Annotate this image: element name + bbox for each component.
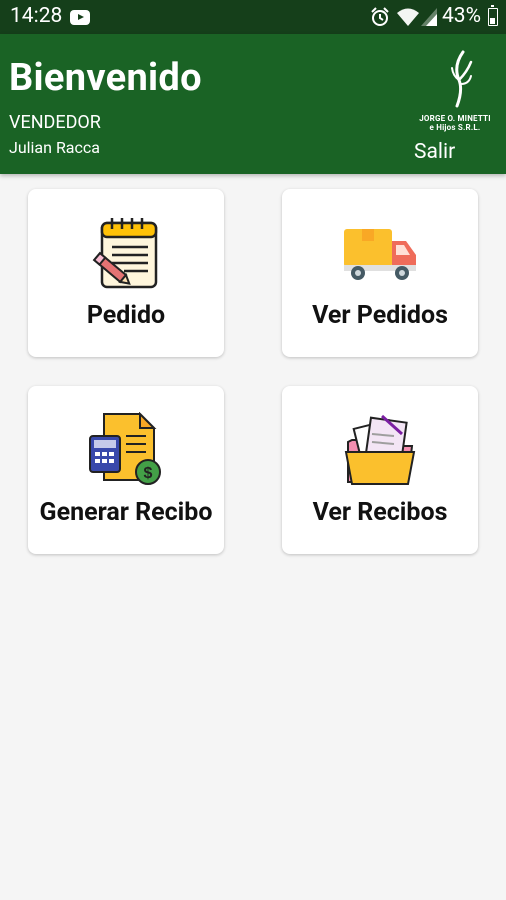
- alarm-icon: [371, 7, 389, 26]
- menu-tile-generar-recibo[interactable]: $ Generar Recibo: [28, 386, 224, 554]
- company-logo-text: JORGE O. MINETTI e Hijos S.R.L.: [405, 114, 505, 132]
- user-name: Julian Racca: [9, 138, 100, 157]
- logo-text-line1: JORGE O. MINETTI: [419, 114, 491, 123]
- app-header: Bienvenido VENDEDOR Julian Racca JORGE O…: [0, 34, 506, 174]
- menu-tile-ver-pedidos[interactable]: Ver Pedidos: [282, 189, 478, 357]
- tile-label: Generar Recibo: [39, 498, 213, 527]
- delivery-truck-icon: [344, 229, 416, 280]
- svg-text:$: $: [144, 465, 153, 482]
- signal-icon: [421, 8, 437, 26]
- tile-label: Ver Pedidos: [312, 301, 448, 330]
- tile-label: Pedido: [86, 301, 166, 330]
- logo-text-line2: e Hijos S.R.L.: [429, 123, 481, 132]
- user-role: VENDEDOR: [9, 112, 101, 133]
- menu-tile-pedido[interactable]: Pedido: [28, 189, 224, 357]
- wifi-icon: [397, 8, 419, 26]
- folder-documents-icon: [344, 414, 416, 485]
- welcome-title: Bienvenido: [9, 56, 202, 100]
- status-bar: 14:28 43%: [0, 0, 506, 34]
- company-logo-icon: [451, 50, 473, 108]
- calculator-invoice-icon: $: [89, 412, 161, 485]
- battery-percent: 43%: [442, 4, 481, 28]
- battery-icon: [488, 5, 498, 26]
- youtube-icon: [70, 10, 90, 25]
- notepad-pencil-icon: [92, 218, 158, 289]
- tile-label: Ver Recibos: [312, 498, 448, 527]
- status-time: 14:28: [10, 4, 63, 28]
- menu-tile-ver-recibos[interactable]: Ver Recibos: [282, 386, 478, 554]
- logout-button[interactable]: Salir: [414, 140, 455, 164]
